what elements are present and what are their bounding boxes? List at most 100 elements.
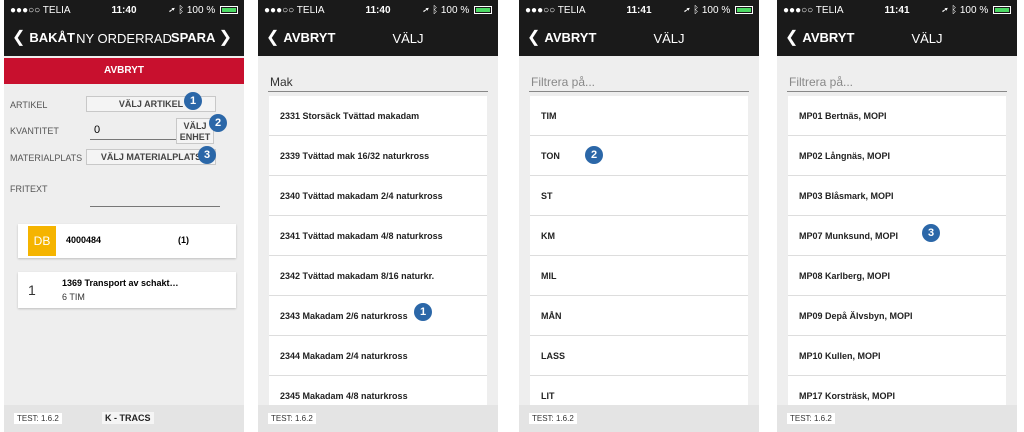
nav-bar: ❮ AVBRYT VÄLJ	[258, 22, 498, 56]
kvantitet-label: KVANTITET	[10, 126, 59, 136]
screen-select-unit: ●●●○○ TELIA 11:41 ➚ ᛒ 100 % ❮ AVBRYT VÄLJ…	[519, 0, 759, 432]
status-right: ➚ ᛒ 100 %	[942, 5, 1011, 16]
article-list: 2331 Storsäck Tvättad makadam 2339 Tvätt…	[269, 96, 487, 416]
list-item[interactable]: 2331 Storsäck Tvättad makadam	[269, 96, 487, 136]
order-number: 4000484	[66, 235, 102, 245]
quantity-input[interactable]	[90, 120, 178, 140]
battery-label: 100 %	[959, 5, 989, 16]
list-item[interactable]: 2343 Makadam 2/6 naturkross	[269, 296, 487, 336]
status-bar: ●●●○○ TELIA 11:41 ➚ ᛒ 100 %	[519, 0, 759, 22]
status-bar: ●●●○○ TELIA 11:40 ➚ ᛒ 100 %	[258, 0, 498, 22]
bluetooth-icon: ᛒ	[951, 5, 958, 16]
location-icon: ➚	[423, 5, 430, 16]
chevron-right-icon: ❯	[218, 29, 232, 46]
battery-icon	[220, 6, 238, 15]
callout-1: 1	[184, 92, 202, 110]
version-label: TEST: 1.6.2	[529, 413, 577, 424]
battery-icon	[993, 6, 1011, 15]
battery-label: 100 %	[440, 5, 470, 16]
battery-icon	[735, 6, 753, 15]
db-badge: DB	[28, 226, 56, 256]
list-item[interactable]: MP09 Depå Älvsbyn, MOPI	[788, 296, 1006, 336]
callout-1: 1	[414, 303, 432, 321]
status-right: ➚ ᛒ 100 %	[169, 5, 238, 16]
chevron-left-icon: ❮	[527, 29, 541, 46]
search-input[interactable]	[268, 72, 488, 92]
nav-bar: ❮ BAKÅT NY ORDERRAD SPARA ❯	[4, 22, 244, 56]
footer: TEST: 1.6.2	[777, 405, 1017, 432]
footer: TEST: 1.6.2	[519, 405, 759, 432]
list-item[interactable]: TIM	[530, 96, 748, 136]
list-item[interactable]: TON	[530, 136, 748, 176]
nav-bar: ❮ AVBRYT VÄLJ	[777, 22, 1017, 56]
list-item[interactable]: MÅN	[530, 296, 748, 336]
list-item[interactable]: MP01 Bertnäs, MOPI	[788, 96, 1006, 136]
fritext-input[interactable]	[90, 206, 220, 207]
location-icon: ➚	[684, 5, 691, 16]
material-location-list: MP01 Bertnäs, MOPI MP02 Långnäs, MOPI MP…	[788, 96, 1006, 416]
page-title: VÄLJ	[392, 31, 424, 46]
screen-new-order-row: ●●●○○ TELIA 11:40 ➚ ᛒ 100 % ❮ BAKÅT NY OR…	[4, 0, 244, 432]
callout-2: 2	[209, 114, 227, 132]
bluetooth-icon: ᛒ	[432, 5, 439, 16]
list-item[interactable]: 2342 Tvättad makadam 8/16 naturkr.	[269, 256, 487, 296]
save-label: SPARA	[170, 30, 215, 45]
list-item[interactable]: MP10 Kullen, MOPI	[788, 336, 1006, 376]
battery-label: 100 %	[701, 5, 731, 16]
list-item[interactable]: 2341 Tvättad makadam 4/8 naturkross	[269, 216, 487, 256]
battery-label: 100 %	[186, 5, 216, 16]
order-row-card[interactable]: 1 1369 Transport av schakt… 6 TIM	[18, 272, 236, 308]
list-item[interactable]: 2344 Makadam 2/4 naturkross	[269, 336, 487, 376]
page-title: VÄLJ	[653, 31, 685, 46]
save-button[interactable]: SPARA ❯	[170, 29, 236, 46]
chevron-left-icon: ❮	[785, 29, 799, 46]
list-item[interactable]: MP03 Blåsmark, MOPI	[788, 176, 1006, 216]
footer: TEST: 1.6.2	[258, 405, 498, 432]
fritext-label: FRITEXT	[10, 184, 48, 194]
list-item[interactable]: 2340 Tvättad makadam 2/4 naturkross	[269, 176, 487, 216]
page-title: VÄLJ	[911, 31, 943, 46]
unit-list: TIM TON ST KM MIL MÅN LASS LIT	[530, 96, 748, 416]
row-subtitle: 6 TIM	[62, 292, 85, 302]
callout-3: 3	[198, 146, 216, 164]
location-icon: ➚	[942, 5, 949, 16]
cancel-button[interactable]: AVBRYT	[4, 58, 244, 84]
list-item[interactable]: MIL	[530, 256, 748, 296]
status-right: ➚ ᛒ 100 %	[423, 5, 492, 16]
list-item[interactable]: ST	[530, 176, 748, 216]
row-title: 1369 Transport av schakt…	[62, 278, 179, 288]
row-index: 1	[28, 282, 36, 298]
version-label: TEST: 1.6.2	[14, 413, 62, 424]
list-item[interactable]: LASS	[530, 336, 748, 376]
status-bar: ●●●○○ TELIA 11:40 ➚ ᛒ 100 %	[4, 0, 244, 22]
select-material-location-button[interactable]: VÄLJ MATERIALPLATS	[86, 149, 216, 165]
version-label: TEST: 1.6.2	[787, 413, 835, 424]
list-item[interactable]: MP08 Karlberg, MOPI	[788, 256, 1006, 296]
app-name-label: K - TRACS	[102, 412, 154, 424]
bluetooth-icon: ᛒ	[178, 5, 185, 16]
list-item[interactable]: 2339 Tvättad mak 16/32 naturkross	[269, 136, 487, 176]
location-icon: ➚	[169, 5, 176, 16]
bluetooth-icon: ᛒ	[693, 5, 700, 16]
search-input[interactable]	[529, 72, 749, 92]
nav-bar: ❮ AVBRYT VÄLJ	[519, 22, 759, 56]
select-unit-label-1: VÄLJ	[183, 121, 207, 131]
status-bar: ●●●○○ TELIA 11:41 ➚ ᛒ 100 %	[777, 0, 1017, 22]
list-item[interactable]: KM	[530, 216, 748, 256]
footer: TEST: 1.6.2 K - TRACS	[4, 405, 244, 432]
callout-3: 3	[922, 224, 940, 242]
order-count: (1)	[178, 235, 189, 245]
list-item[interactable]: MP02 Långnäs, MOPI	[788, 136, 1006, 176]
status-right: ➚ ᛒ 100 %	[684, 5, 753, 16]
callout-2: 2	[585, 146, 603, 164]
battery-icon	[474, 6, 492, 15]
search-input[interactable]	[787, 72, 1007, 92]
order-card[interactable]: DB 4000484 (1)	[18, 224, 236, 258]
artikel-label: ARTIKEL	[10, 100, 48, 110]
materialplats-label: MATERIALPLATS	[10, 153, 83, 163]
list-item[interactable]: MP07 Munksund, MOPI	[788, 216, 1006, 256]
select-unit-label-2: ENHET	[179, 132, 211, 142]
screen-select-article: ●●●○○ TELIA 11:40 ➚ ᛒ 100 % ❮ AVBRYT VÄLJ…	[258, 0, 498, 432]
screen-select-material-location: ●●●○○ TELIA 11:41 ➚ ᛒ 100 % ❮ AVBRYT VÄLJ…	[777, 0, 1017, 432]
chevron-left-icon: ❮	[266, 29, 280, 46]
